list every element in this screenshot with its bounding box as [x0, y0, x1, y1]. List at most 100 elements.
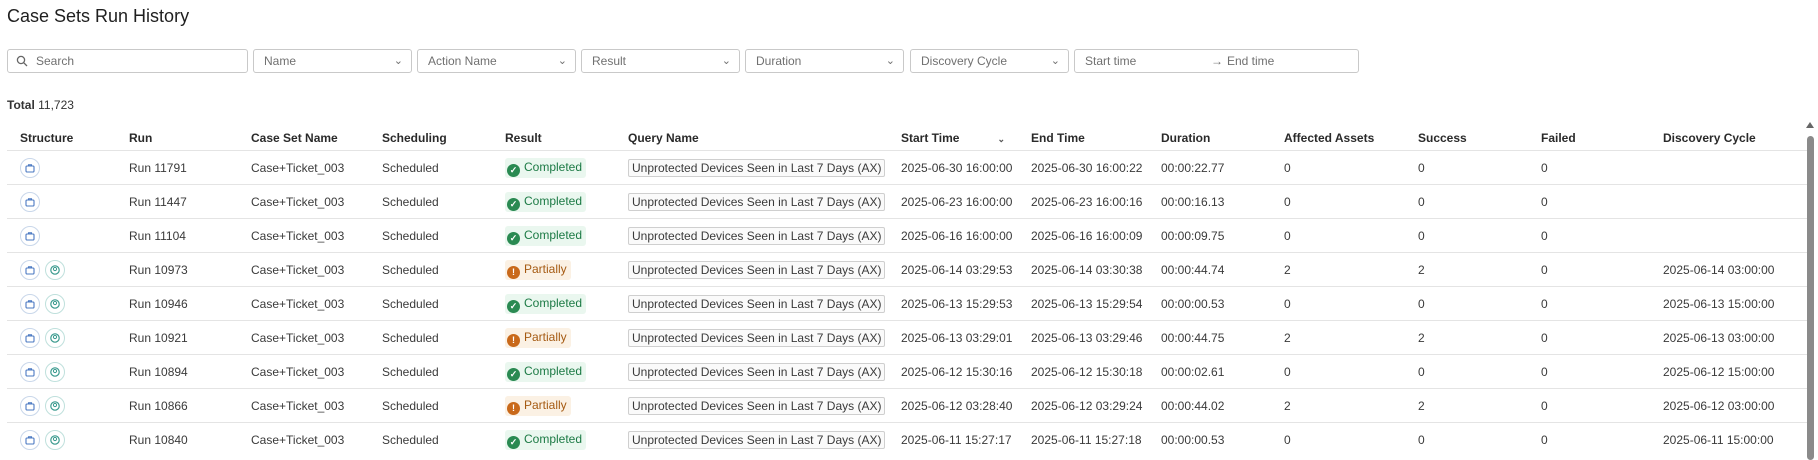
- customer-icon[interactable]: [45, 327, 65, 348]
- query-tag[interactable]: Unprotected Devices Seen in Last 7 Days …: [628, 430, 886, 449]
- affected-assets-cell: 0: [1284, 422, 1418, 456]
- success-cell: 0: [1418, 422, 1541, 456]
- col-duration[interactable]: Duration: [1161, 126, 1284, 151]
- table-row[interactable]: Run 11447 Case+Ticket_003 Scheduled ✓ Comple…: [7, 184, 1807, 219]
- col-discovery-cycle[interactable]: Discovery Cycle: [1663, 126, 1807, 151]
- run-cell[interactable]: Run 11791: [129, 150, 251, 185]
- duration-cell: 00:00:02.61: [1161, 354, 1284, 389]
- check-icon: ✓: [507, 367, 520, 381]
- customer-icon[interactable]: [45, 429, 65, 450]
- query-name-cell: Unprotected Devices Seen in Last 7 Days …: [628, 388, 901, 423]
- result-cell: ✓ Completed: [505, 184, 628, 219]
- structure-cell: [7, 388, 129, 423]
- briefcase-icon[interactable]: [20, 225, 40, 246]
- total-label: Total: [7, 98, 35, 112]
- table-row[interactable]: Run 10973 Case+Ticket_003 Scheduled! Partia…: [7, 252, 1807, 287]
- query-tag[interactable]: Unprotected Devices Seen in Last 7 Days …: [628, 396, 886, 415]
- date-range-picker[interactable]: Start time → End time: [1074, 49, 1359, 73]
- run-cell[interactable]: Run 11104: [129, 218, 251, 253]
- query-tag[interactable]: Unprotected Devices Seen in Last 7 Days …: [628, 260, 886, 279]
- table-row[interactable]: Run 10866 Case+Ticket_003 Scheduled! Partia…: [7, 388, 1807, 423]
- run-cell[interactable]: Run 11447: [129, 184, 251, 219]
- start-time-cell: 2025-06-13 03:29:01: [901, 320, 1031, 355]
- name-filter-select[interactable]: Name ⌄: [253, 49, 412, 73]
- query-tag[interactable]: Unprotected Devices Seen in Last 7 Days …: [628, 158, 886, 177]
- discovery-cycle-cell: 2025-06-13 03:00:00: [1663, 320, 1807, 355]
- customer-icon[interactable]: [45, 361, 65, 382]
- customer-icon[interactable]: [45, 395, 65, 416]
- query-tag[interactable]: Unprotected Devices Seen in Last 7 Days …: [628, 192, 886, 211]
- scrollbar-thumb[interactable]: [1807, 136, 1814, 460]
- run-cell[interactable]: Run 10840: [129, 422, 251, 456]
- briefcase-icon[interactable]: [20, 259, 40, 280]
- run-cell[interactable]: Run 10866: [129, 388, 251, 423]
- table-row[interactable]: Run 11791 Case+Ticket_003 Scheduled ✓ Comple…: [7, 150, 1807, 185]
- col-result[interactable]: Result: [505, 126, 628, 151]
- end-time-cell: 2025-06-13 15:29:54: [1031, 286, 1161, 321]
- start-time-input[interactable]: Start time: [1085, 54, 1136, 68]
- discovery-cycle-filter-select[interactable]: Discovery Cycle ⌄: [910, 49, 1069, 73]
- run-cell[interactable]: Run 10894: [129, 354, 251, 389]
- discovery-cycle-cell: [1663, 218, 1807, 253]
- duration-cell: 00:00:00.53: [1161, 422, 1284, 456]
- discovery-cycle-cell: [1663, 150, 1807, 185]
- col-scheduling[interactable]: Scheduling: [382, 126, 505, 151]
- table-row[interactable]: Run 10894 Case+Ticket_003 Scheduled ✓ Comple…: [7, 354, 1807, 389]
- affected-assets-cell: 0: [1284, 150, 1418, 185]
- table-row[interactable]: Run 11104 Case+Ticket_003 Scheduled ✓ Comple…: [7, 218, 1807, 253]
- run-cell[interactable]: Run 10946: [129, 286, 251, 321]
- col-success[interactable]: Success: [1418, 126, 1541, 151]
- result-cell: ✓ Completed: [505, 150, 628, 185]
- failed-cell: 0: [1541, 354, 1663, 389]
- query-tag[interactable]: Unprotected Devices Seen in Last 7 Days …: [628, 362, 886, 381]
- briefcase-icon[interactable]: [20, 191, 40, 212]
- query-tag[interactable]: Unprotected Devices Seen in Last 7 Days …: [628, 226, 886, 245]
- col-run[interactable]: Run: [129, 126, 251, 151]
- briefcase-icon[interactable]: [20, 395, 40, 416]
- status-label: Partially: [524, 261, 567, 276]
- total-value: 11,723: [38, 98, 74, 112]
- table-row[interactable]: Run 10921 Case+Ticket_003 Scheduled! Partia…: [7, 320, 1807, 355]
- briefcase-icon[interactable]: [20, 429, 40, 450]
- customer-icon[interactable]: [45, 293, 65, 314]
- action-name-filter-select[interactable]: Action Name ⌄: [417, 49, 576, 73]
- status-badge: ✓ Completed: [505, 191, 587, 212]
- status-badge: ✓ Completed: [505, 429, 587, 450]
- run-cell[interactable]: Run 10973: [129, 252, 251, 287]
- start-time-cell: 2025-06-12 03:28:40: [901, 388, 1031, 423]
- briefcase-icon[interactable]: [20, 327, 40, 348]
- table-row[interactable]: Run 10840 Case+Ticket_003 Scheduled ✓ Comple…: [7, 422, 1807, 456]
- status-label: Partially: [524, 329, 567, 344]
- duration-cell: 00:00:09.75: [1161, 218, 1284, 253]
- duration-filter-select[interactable]: Duration ⌄: [745, 49, 904, 73]
- start-time-cell: 2025-06-12 15:30:16: [901, 354, 1031, 389]
- table-row[interactable]: Run 10946 Case+Ticket_003 Scheduled ✓ Comple…: [7, 286, 1807, 321]
- briefcase-icon[interactable]: [20, 293, 40, 314]
- end-time-input[interactable]: End time: [1227, 50, 1274, 72]
- result-cell: ! Partially: [505, 320, 628, 355]
- result-filter-select[interactable]: Result ⌄: [581, 49, 740, 73]
- col-structure[interactable]: Structure: [7, 126, 129, 151]
- start-time-cell: 2025-06-13 15:29:53: [901, 286, 1031, 321]
- customer-icon[interactable]: [45, 259, 65, 280]
- col-case-set-name[interactable]: Case Set Name: [251, 126, 382, 151]
- end-time-cell: 2025-06-30 16:00:22: [1031, 150, 1161, 185]
- col-query-name[interactable]: Query Name: [628, 126, 901, 151]
- search-input[interactable]: Search: [7, 49, 248, 73]
- run-cell[interactable]: Run 10921: [129, 320, 251, 355]
- col-end-time[interactable]: End Time: [1031, 126, 1161, 151]
- structure-cell: [7, 354, 129, 389]
- query-tag[interactable]: Unprotected Devices Seen in Last 7 Days …: [628, 294, 886, 313]
- status-label: Completed: [524, 295, 583, 310]
- sort-descending-icon[interactable]: ⌄: [997, 134, 1005, 145]
- success-cell: 2: [1418, 320, 1541, 355]
- scroll-up-arrow-icon[interactable]: [1806, 122, 1814, 128]
- success-cell: 0: [1418, 150, 1541, 185]
- query-tag[interactable]: Unprotected Devices Seen in Last 7 Days …: [628, 328, 886, 347]
- col-failed[interactable]: Failed: [1541, 126, 1663, 151]
- col-affected-assets[interactable]: Affected Assets: [1284, 126, 1418, 151]
- briefcase-icon[interactable]: [20, 361, 40, 382]
- briefcase-icon[interactable]: [20, 157, 40, 178]
- scheduling-cell: Scheduled: [382, 320, 505, 355]
- col-start-time[interactable]: Start Time ⌄: [901, 126, 1031, 151]
